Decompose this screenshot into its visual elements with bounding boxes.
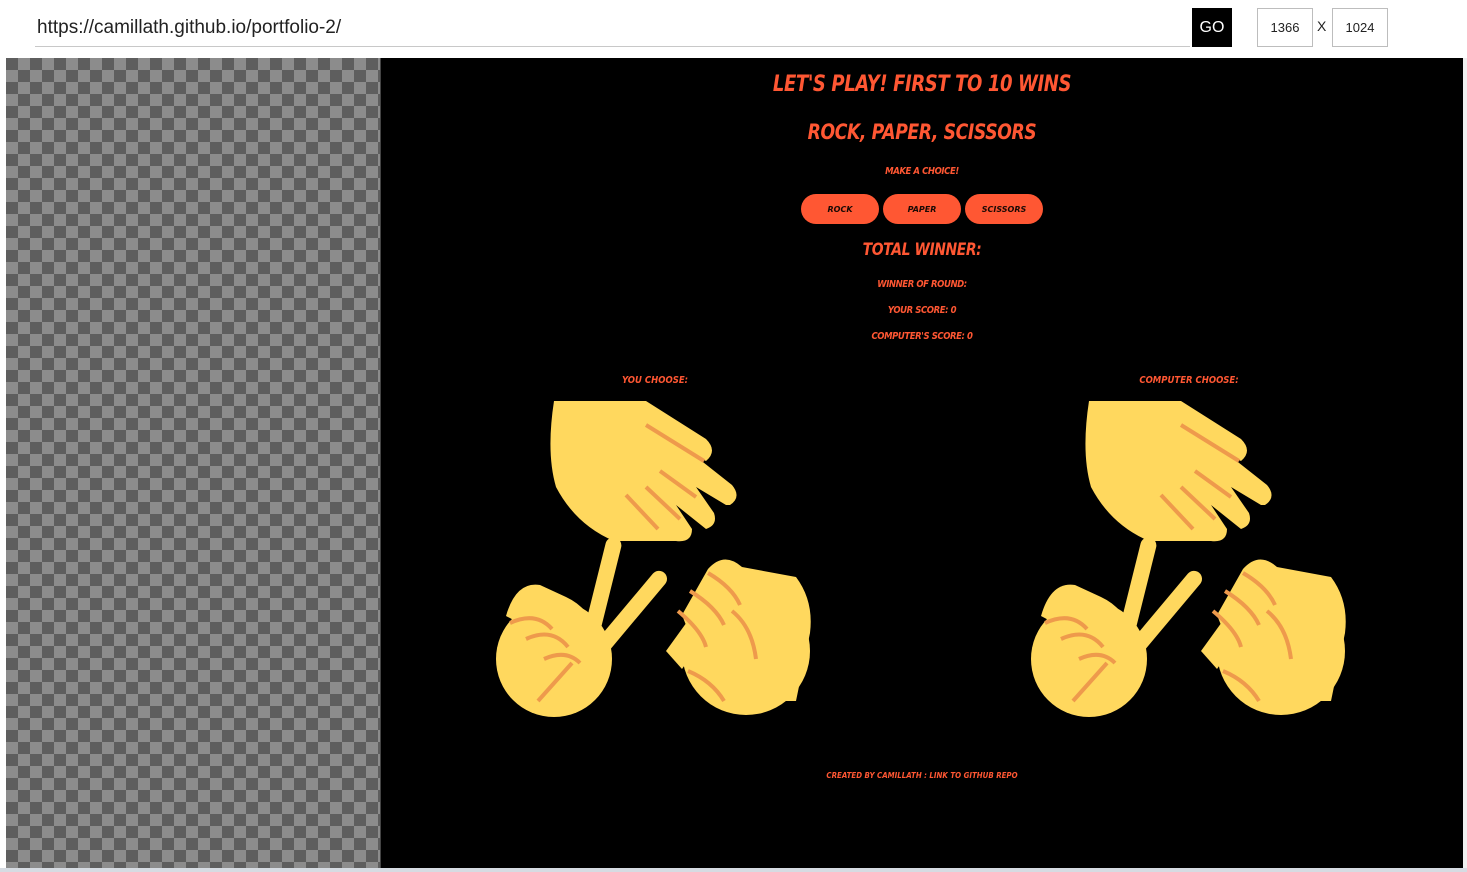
scissors-hand-icon [496, 537, 667, 717]
transparent-background-pattern [6, 58, 380, 868]
computer-score: Computer's score: 0 [871, 331, 973, 342]
frame-right-edge [1463, 58, 1467, 868]
address-bar: GO X [0, 0, 1467, 58]
rock-paper-scissors-hands-icon [1031, 401, 1346, 717]
rock-hand-icon [666, 559, 811, 715]
paper-hand-icon [1085, 401, 1272, 542]
scissors-hand-icon [1031, 537, 1202, 717]
dimension-separator: X [1317, 18, 1327, 34]
total-winner: Total winner: [862, 240, 982, 260]
url-input[interactable] [35, 9, 1190, 47]
paper-button[interactable]: Paper [883, 194, 961, 224]
site-preview: Let's play! First to 10 wins Rock, Paper… [380, 58, 1463, 868]
game-heading: Let's play! First to 10 wins [772, 72, 1072, 97]
choice-prompt: Make a choice! [885, 166, 959, 177]
your-score: Your score: 0 [887, 305, 957, 316]
paper-hand-icon [550, 401, 737, 542]
rock-button[interactable]: Rock [801, 194, 879, 224]
frame-bottom-edge [0, 868, 1467, 872]
computer-choose-label: Computer choose: [1139, 375, 1239, 386]
rock-hand-icon [1201, 559, 1346, 715]
winner-of-round: Winner of round: [877, 279, 967, 290]
footer-credit-link[interactable]: Created by Camillath : Link to github re… [446, 771, 1398, 780]
viewport-width-input[interactable] [1257, 8, 1313, 47]
game-title: Rock, Paper, Scissors [807, 120, 1037, 144]
scissors-button[interactable]: Scissors [965, 194, 1043, 224]
rock-paper-scissors-hands-icon [496, 401, 811, 717]
you-choose-label: You choose: [621, 375, 689, 386]
viewport-height-input[interactable] [1332, 8, 1388, 47]
go-button[interactable]: GO [1192, 8, 1232, 47]
choice-buttons: Rock Paper Scissors [381, 194, 1463, 224]
